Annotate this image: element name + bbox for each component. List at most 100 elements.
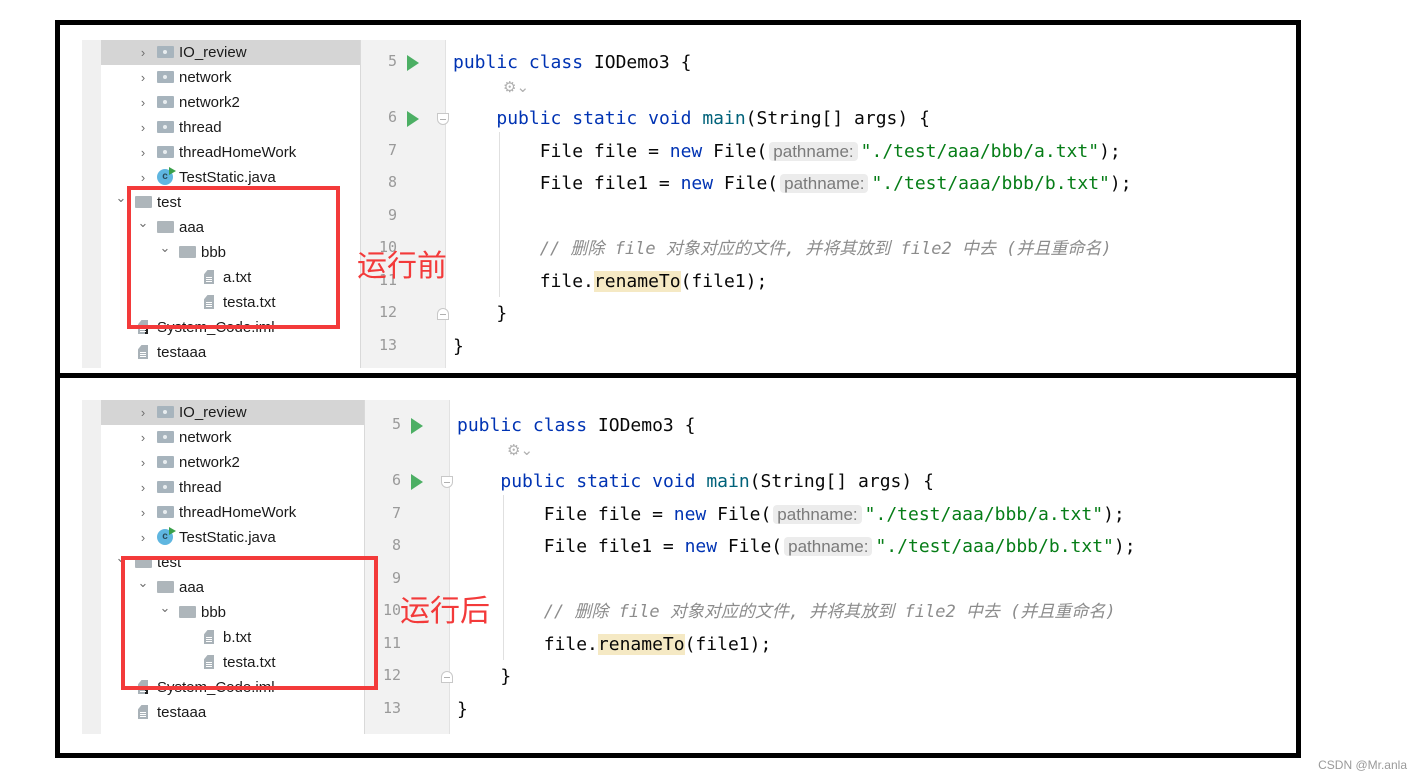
package-folder-icon bbox=[157, 406, 174, 418]
fold-icon[interactable] bbox=[437, 113, 449, 125]
call-args: (file1); bbox=[684, 634, 772, 655]
tree-item[interactable]: › IO_review bbox=[101, 400, 364, 425]
brace: } bbox=[453, 336, 464, 357]
tree-item[interactable]: › thread bbox=[101, 115, 360, 140]
package-folder-icon bbox=[157, 96, 174, 108]
keyword: static bbox=[576, 471, 642, 492]
tree-item[interactable]: › IO_review bbox=[101, 40, 360, 65]
brace: } bbox=[457, 666, 512, 687]
code-line[interactable]: File file = new File(pathname: "./test/aa… bbox=[453, 137, 1121, 167]
keyword: class bbox=[528, 52, 584, 73]
code-line[interactable]: file.renameTo(file1); bbox=[457, 630, 771, 660]
chevron-right-icon[interactable]: › bbox=[137, 140, 149, 165]
after-run-panel: › IO_review › network › network2 › thread › threa… bbox=[55, 373, 1301, 758]
tree-item[interactable]: › network2 bbox=[101, 450, 364, 475]
method-call-highlight: renameTo bbox=[593, 271, 681, 292]
tree-item[interactable]: testaaa bbox=[101, 340, 360, 365]
brace: } bbox=[457, 699, 468, 720]
run-icon[interactable] bbox=[411, 474, 423, 490]
code-line[interactable]: File file1 = new File(pathname: "./test/a… bbox=[453, 169, 1132, 199]
code-line[interactable]: File file = new File(pathname: "./test/aa… bbox=[457, 500, 1125, 530]
inlay-settings-icon[interactable]: ⚙⌄ bbox=[503, 78, 529, 96]
java-class-icon: c bbox=[157, 527, 176, 545]
chevron-right-icon[interactable]: › bbox=[137, 500, 149, 525]
package-folder-icon bbox=[157, 46, 174, 58]
tree-item[interactable]: › threadHomeWork bbox=[101, 140, 360, 165]
chevron-right-icon[interactable]: › bbox=[137, 115, 149, 140]
code-line[interactable]: public static void main(String[] args) { bbox=[457, 467, 934, 497]
code-line[interactable]: public static void main(String[] args) { bbox=[453, 104, 930, 134]
code-editor[interactable]: public class IODemo3 { public static voi… bbox=[457, 400, 1287, 734]
keyword: public bbox=[496, 108, 562, 129]
code-line[interactable]: // 删除 file 对象对应的文件, 并将其放到 file2 中去 (并且重命… bbox=[453, 234, 1112, 264]
chevron-right-icon[interactable]: › bbox=[137, 475, 149, 500]
code-line[interactable]: } bbox=[453, 332, 464, 362]
run-icon[interactable] bbox=[407, 111, 419, 127]
chevron-right-icon[interactable]: › bbox=[137, 65, 149, 90]
line-number: 13 bbox=[378, 336, 397, 354]
chevron-right-icon[interactable]: › bbox=[137, 450, 149, 475]
tree-item[interactable]: › thread bbox=[101, 475, 364, 500]
highlight-box bbox=[127, 186, 340, 329]
keyword: public bbox=[500, 471, 566, 492]
constructor: File( bbox=[713, 173, 779, 194]
tree-item-label: thread bbox=[179, 479, 222, 496]
keyword: new bbox=[673, 504, 707, 525]
code-editor[interactable]: public class IODemo3 { public static voi… bbox=[453, 40, 1283, 368]
indent-guide bbox=[499, 132, 500, 297]
run-icon[interactable] bbox=[411, 418, 423, 434]
chevron-down-icon[interactable]: ⌄ bbox=[115, 190, 127, 206]
before-run-panel: › IO_review › network › network2 › thread › threa… bbox=[55, 20, 1301, 378]
tree-item[interactable]: testaaa bbox=[101, 700, 364, 725]
tree-item[interactable]: › c TestStatic.java bbox=[101, 525, 364, 550]
code-line[interactable]: // 删除 file 对象对应的文件, 并将其放到 file2 中去 (并且重命… bbox=[457, 597, 1116, 627]
chevron-right-icon[interactable]: › bbox=[137, 90, 149, 115]
chevron-right-icon[interactable]: › bbox=[137, 400, 149, 425]
line-number: 7 bbox=[391, 504, 401, 522]
code-line[interactable]: public class IODemo3 { bbox=[457, 411, 695, 441]
code-line[interactable]: file.renameTo(file1); bbox=[453, 267, 767, 297]
chevron-right-icon[interactable]: › bbox=[137, 525, 149, 550]
tree-item[interactable]: › network2 bbox=[101, 90, 360, 115]
string-literal: "./test/aaa/bbb/a.txt" bbox=[864, 504, 1104, 525]
tree-item[interactable]: › network bbox=[101, 65, 360, 90]
keyword: void bbox=[648, 108, 692, 129]
parameter-hint: pathname: bbox=[773, 505, 862, 524]
keyword: void bbox=[652, 471, 696, 492]
run-icon[interactable] bbox=[407, 55, 419, 71]
code-line[interactable]: } bbox=[457, 695, 468, 725]
code-line[interactable]: } bbox=[453, 299, 507, 329]
code-line[interactable]: } bbox=[457, 662, 511, 692]
fold-icon[interactable] bbox=[441, 671, 453, 683]
code-line[interactable]: File file1 = new File(pathname: "./test/a… bbox=[457, 532, 1136, 562]
package-folder-icon bbox=[157, 506, 174, 518]
method-name: main bbox=[706, 471, 750, 492]
tree-item[interactable]: › network bbox=[101, 425, 364, 450]
fold-icon[interactable] bbox=[437, 308, 449, 320]
line-number: 12 bbox=[378, 303, 397, 321]
java-class-icon: c bbox=[157, 167, 176, 185]
keyword: public bbox=[453, 52, 519, 73]
keyword: new bbox=[669, 141, 703, 162]
statement-end: ); bbox=[1113, 536, 1136, 557]
constructor: File( bbox=[717, 536, 783, 557]
fold-icon[interactable] bbox=[441, 476, 453, 488]
tree-item[interactable]: › threadHomeWork bbox=[101, 500, 364, 525]
editor-gutter: 5 6 7 8 9 10 11 12 13 bbox=[360, 40, 449, 368]
line-number: 8 bbox=[391, 536, 401, 554]
chevron-right-icon[interactable]: › bbox=[137, 40, 149, 65]
code-line[interactable]: public class IODemo3 { bbox=[453, 48, 691, 78]
package-folder-icon bbox=[157, 146, 174, 158]
string-literal: "./test/aaa/bbb/a.txt" bbox=[860, 141, 1100, 162]
string-literal: "./test/aaa/bbb/b.txt" bbox=[871, 173, 1110, 194]
chevron-right-icon[interactable]: › bbox=[137, 425, 149, 450]
inlay-settings-icon[interactable]: ⚙⌄ bbox=[507, 441, 533, 459]
declaration: File file1 = bbox=[457, 536, 685, 557]
